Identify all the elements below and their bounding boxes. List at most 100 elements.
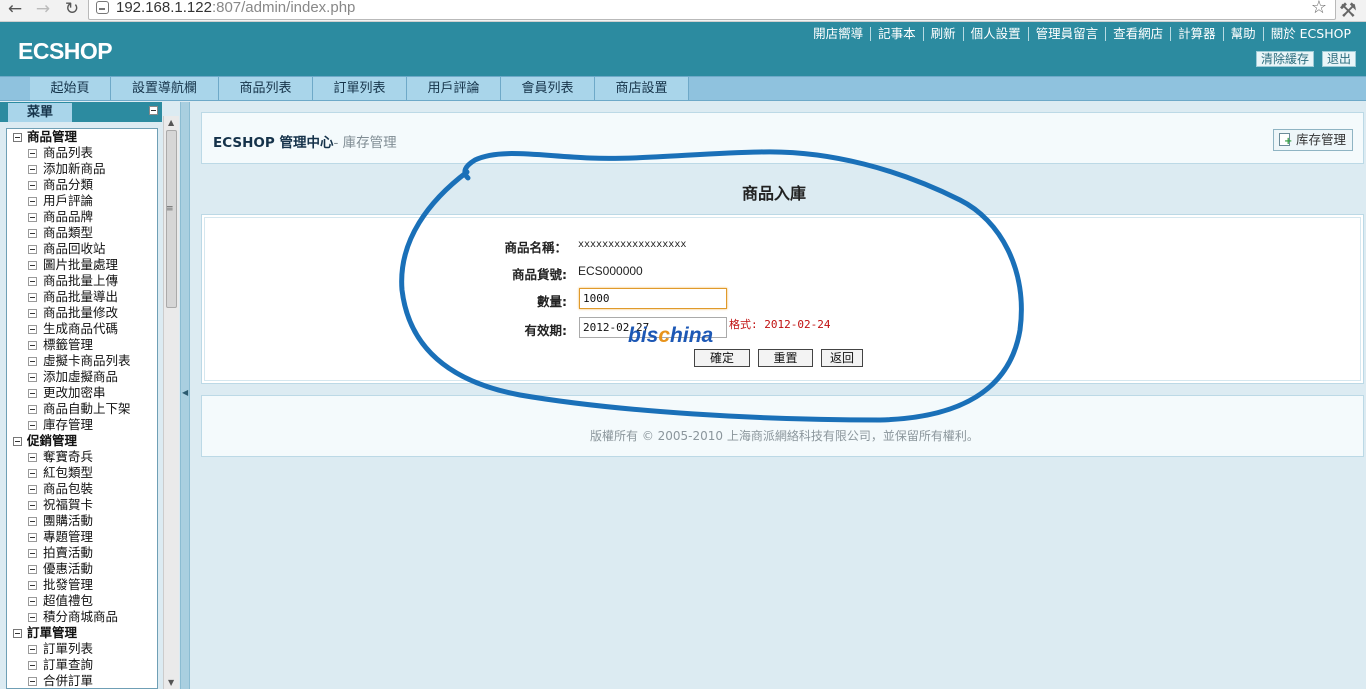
logout-button[interactable]: 退出 [1322,51,1357,67]
menu-item[interactable]: 商品分類 [7,177,157,193]
sidebar-splitter[interactable]: ◀ [180,102,190,689]
add-document-icon [1278,133,1292,147]
clear-cache-button[interactable]: 清除緩存 [1256,51,1315,67]
tab-user-comments[interactable]: 用戶評論 [407,77,501,100]
top-link-shop-wizard[interactable]: 開店嚮導 [806,27,870,41]
menu-group[interactable]: 訂單管理 [7,625,157,641]
menu-item[interactable]: 生成商品代碼 [7,321,157,337]
tab-nav-settings[interactable]: 設置導航欄 [111,77,219,100]
top-link-about[interactable]: 關於 ECSHOP [1262,27,1358,41]
menu-title[interactable]: 菜單 [8,103,72,122]
scroll-down-icon[interactable]: ▼ [168,678,174,687]
menu-item-icon [28,565,37,574]
menu-item-label: 庫存管理 [43,417,94,432]
menu-item[interactable]: 優惠活動 [7,561,157,577]
menu-item[interactable]: 用戶評論 [7,193,157,209]
menu-item[interactable]: 奪寶奇兵 [7,449,157,465]
menu-item[interactable]: 虛擬卡商品列表 [7,353,157,369]
watermark-part-3: hina [670,324,714,347]
menu-item[interactable]: 商品自動上下架 [7,401,157,417]
tab-goods-list[interactable]: 商品列表 [219,77,313,100]
menu-item[interactable]: 訂單列表 [7,641,157,657]
menu-item-label: 商品列表 [43,145,94,160]
back-arrow-icon[interactable]: ← [4,0,26,20]
ecshop-logo: ECSHOP [18,38,113,64]
submit-button[interactable]: 確定 [694,349,750,367]
menu-item[interactable]: 商品回收站 [7,241,157,257]
menu-item[interactable]: 商品批量上傳 [7,273,157,289]
reset-button[interactable]: 重置 [758,349,813,367]
scroll-thumb[interactable] [166,130,177,308]
menu-item-icon [28,325,37,334]
menu-item-label: 團購活動 [43,513,94,528]
menu-item[interactable]: 商品列表 [7,145,157,161]
menu-item[interactable]: 商品批量修改 [7,305,157,321]
menu-item[interactable]: 祝福賀卡 [7,497,157,513]
collapse-left-icon[interactable]: ◀ [182,388,188,397]
menu-item[interactable]: 專題管理 [7,529,157,545]
menu-item[interactable]: 團購活動 [7,513,157,529]
menu-item-icon [28,469,37,478]
top-link-help[interactable]: 幫助 [1222,27,1263,41]
url-path: :807/admin/index.php [211,0,356,16]
menu-item-label: 商品批量修改 [43,305,119,320]
menu-item-icon [28,677,37,686]
menu-item[interactable]: 紅包類型 [7,465,157,481]
menu-item[interactable]: 拍賣活動 [7,545,157,561]
menu-group[interactable]: 商品管理 [7,129,157,145]
tree-toggle-icon[interactable] [13,437,22,446]
goods-name-value: xxxxxxxxxxxxxxxxxx [578,239,687,250]
menu-item[interactable]: 商品品牌 [7,209,157,225]
menu-item[interactable]: 合併訂單 [7,673,157,688]
goods-name-label: 商品名稱： [504,240,567,255]
menu-item[interactable]: 超值禮包 [7,593,157,609]
menu-header: 菜單 [0,102,162,122]
bookmark-star-icon[interactable]: ☆ [1311,0,1327,18]
top-link-calculator[interactable]: 計算器 [1170,27,1223,41]
quantity-input[interactable]: 1000 [579,288,727,309]
menu-item-icon [28,485,37,494]
menu-item[interactable]: 標籤管理 [7,337,157,353]
sidebar-scrollbar[interactable]: ▲ ≡ ▼ [163,116,179,689]
address-bar[interactable]: 192.168.1.122:807/admin/index.php ☆ [88,0,1336,20]
top-link-view-shop[interactable]: 查看網店 [1105,27,1170,41]
stock-management-button[interactable]: 库存管理 [1272,129,1353,151]
menu-item[interactable]: 訂單查詢 [7,657,157,673]
top-link-personal-settings[interactable]: 個人設置 [962,27,1028,41]
back-button[interactable]: 返回 [821,349,863,367]
menu-item[interactable]: 商品包裝 [7,481,157,497]
menu-item[interactable]: 添加虛擬商品 [7,369,157,385]
menu-item-label: 祝福賀卡 [43,497,94,512]
menu-item[interactable]: 積分商城商品 [7,609,157,625]
tree-toggle-icon[interactable] [13,629,22,638]
tab-home[interactable]: 起始頁 [30,77,111,100]
menu-item-label: 圖片批量處理 [43,257,119,272]
menu-item-icon [28,517,37,526]
menu-item[interactable]: 商品類型 [7,225,157,241]
tree-toggle-icon[interactable] [13,133,22,142]
menu-item-icon [28,357,37,366]
tab-shop-settings[interactable]: 商店設置 [595,77,689,100]
menu-item-label: 商品批量上傳 [43,273,119,288]
menu-item[interactable]: 庫存管理 [7,417,157,433]
menu-item[interactable]: 添加新商品 [7,161,157,177]
tab-order-list[interactable]: 訂單列表 [313,77,407,100]
menu-item-icon [28,341,37,350]
menu-item[interactable]: 圖片批量處理 [7,257,157,273]
menu-item-icon [28,613,37,622]
menu-item[interactable]: 更改加密串 [7,385,157,401]
wrench-menu-icon[interactable]: ⚒ [1339,0,1357,22]
menu-item[interactable]: 批發管理 [7,577,157,593]
top-link-admin-messages[interactable]: 管理員留言 [1027,27,1106,41]
top-link-refresh[interactable]: 刷新 [922,27,963,41]
forward-arrow-icon[interactable]: → [32,0,54,20]
reload-icon[interactable]: ↻ [61,0,83,20]
menu-item[interactable]: 商品批量導出 [7,289,157,305]
scroll-up-icon[interactable]: ▲ [168,118,174,127]
menu-group[interactable]: 促銷管理 [7,433,157,449]
collapse-icon[interactable] [149,106,158,115]
breadcrumb-current: - 庫存管理 [333,135,397,151]
tab-member-list[interactable]: 會員列表 [501,77,595,100]
top-link-notepad[interactable]: 記事本 [870,27,923,41]
stock-in-form: 商品名稱： xxxxxxxxxxxxxxxxxx 商品貨號: ECS000000… [201,214,1364,384]
